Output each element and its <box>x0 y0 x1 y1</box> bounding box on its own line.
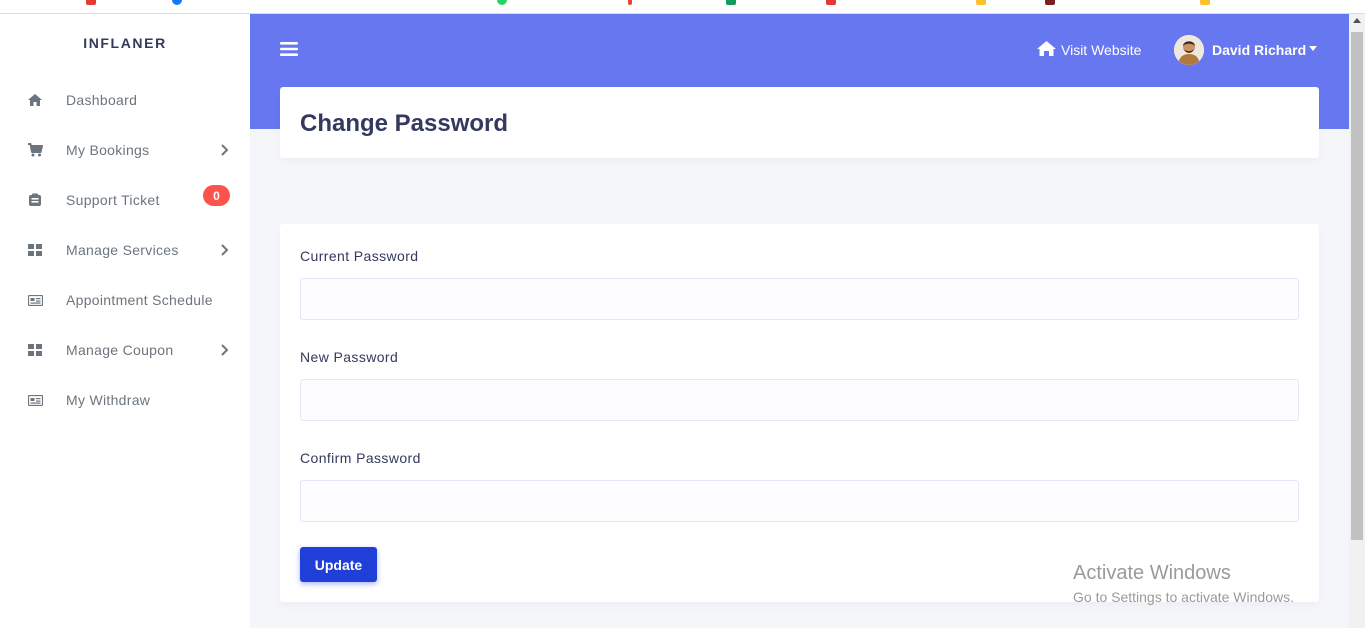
user-name: David Richard <box>1212 42 1307 58</box>
sidebar-item-appointment-schedule[interactable]: Appointment Schedule <box>0 275 250 325</box>
sidebar-item-my-withdraw[interactable]: My Withdraw <box>0 375 250 425</box>
cart-icon <box>26 141 44 159</box>
home-icon <box>26 91 44 109</box>
sidebar-item-label: Manage Coupon <box>66 342 174 358</box>
brand-logo[interactable]: INFLANER <box>0 14 250 72</box>
watermark-title: Activate Windows <box>1073 562 1231 584</box>
sidebar-item-label: My Withdraw <box>66 392 151 408</box>
update-button[interactable]: Update <box>300 547 377 582</box>
sidebar-item-label: My Bookings <box>66 142 150 158</box>
bookmark-icon[interactable] <box>172 0 182 5</box>
page-header-card: Change Password <box>280 87 1319 158</box>
bookmark-icon[interactable] <box>1200 0 1210 5</box>
sidebar-item-dashboard[interactable]: Dashboard <box>0 75 250 125</box>
browser-bookmark-bar <box>0 0 1365 14</box>
sidebar-item-label: Dashboard <box>66 92 138 108</box>
scrollbar-thumb[interactable] <box>1351 32 1363 540</box>
bookmark-icon[interactable] <box>628 0 632 5</box>
sidebar-item-support-ticket[interactable]: Support Ticket 0 <box>0 175 250 225</box>
bookmark-icon[interactable] <box>86 0 96 5</box>
sidebar-item-manage-coupon[interactable]: Manage Coupon <box>0 325 250 375</box>
grid-icon <box>26 341 44 359</box>
hamburger-menu-icon[interactable] <box>280 40 298 58</box>
sidebar-item-label: Support Ticket <box>66 192 160 208</box>
bookmark-icon[interactable] <box>497 0 507 5</box>
confirm-password-field[interactable] <box>300 480 1299 522</box>
withdraw-icon <box>26 391 44 409</box>
sidebar: INFLANER Dashboard My Bookings Support T… <box>0 14 250 628</box>
bookmark-icon[interactable] <box>726 0 736 5</box>
visit-website-link[interactable]: Visit Website <box>1036 38 1141 62</box>
sidebar-item-manage-services[interactable]: Manage Services <box>0 225 250 275</box>
current-password-label: Current Password <box>300 248 419 264</box>
sidebar-menu: Dashboard My Bookings Support Ticket 0 M… <box>0 75 250 425</box>
new-password-field[interactable] <box>300 379 1299 421</box>
bookmark-icon[interactable] <box>976 0 986 5</box>
grid-icon <box>26 241 44 259</box>
bookmark-icon[interactable] <box>1045 0 1055 5</box>
user-dropdown[interactable]: David Richard <box>1174 34 1318 66</box>
ticket-count-badge: 0 <box>203 185 230 206</box>
sidebar-item-label: Appointment Schedule <box>66 292 213 308</box>
current-password-field[interactable] <box>300 278 1299 320</box>
watermark-subtitle: Go to Settings to activate Windows. <box>1073 589 1294 605</box>
visit-website-label: Visit Website <box>1061 42 1142 58</box>
caret-down-icon <box>1309 45 1318 51</box>
schedule-icon <box>26 291 44 309</box>
chevron-right-icon <box>216 242 232 258</box>
home-icon <box>1036 40 1061 60</box>
sidebar-item-my-bookings[interactable]: My Bookings <box>0 125 250 175</box>
page-title: Change Password <box>300 110 509 137</box>
confirm-password-label: Confirm Password <box>300 450 421 466</box>
chevron-right-icon <box>216 342 232 358</box>
chevron-right-icon <box>216 142 232 158</box>
sidebar-item-label: Manage Services <box>66 242 179 258</box>
avatar <box>1174 35 1204 65</box>
new-password-label: New Password <box>300 349 399 365</box>
scroll-up-arrow-icon[interactable] <box>1353 18 1361 23</box>
change-password-form: Current Password New Password Confirm Pa… <box>280 224 1319 602</box>
ticket-icon <box>26 191 44 209</box>
bookmark-icon[interactable] <box>826 0 836 5</box>
activate-windows-watermark: Activate Windows Go to Settings to activ… <box>1073 562 1294 605</box>
